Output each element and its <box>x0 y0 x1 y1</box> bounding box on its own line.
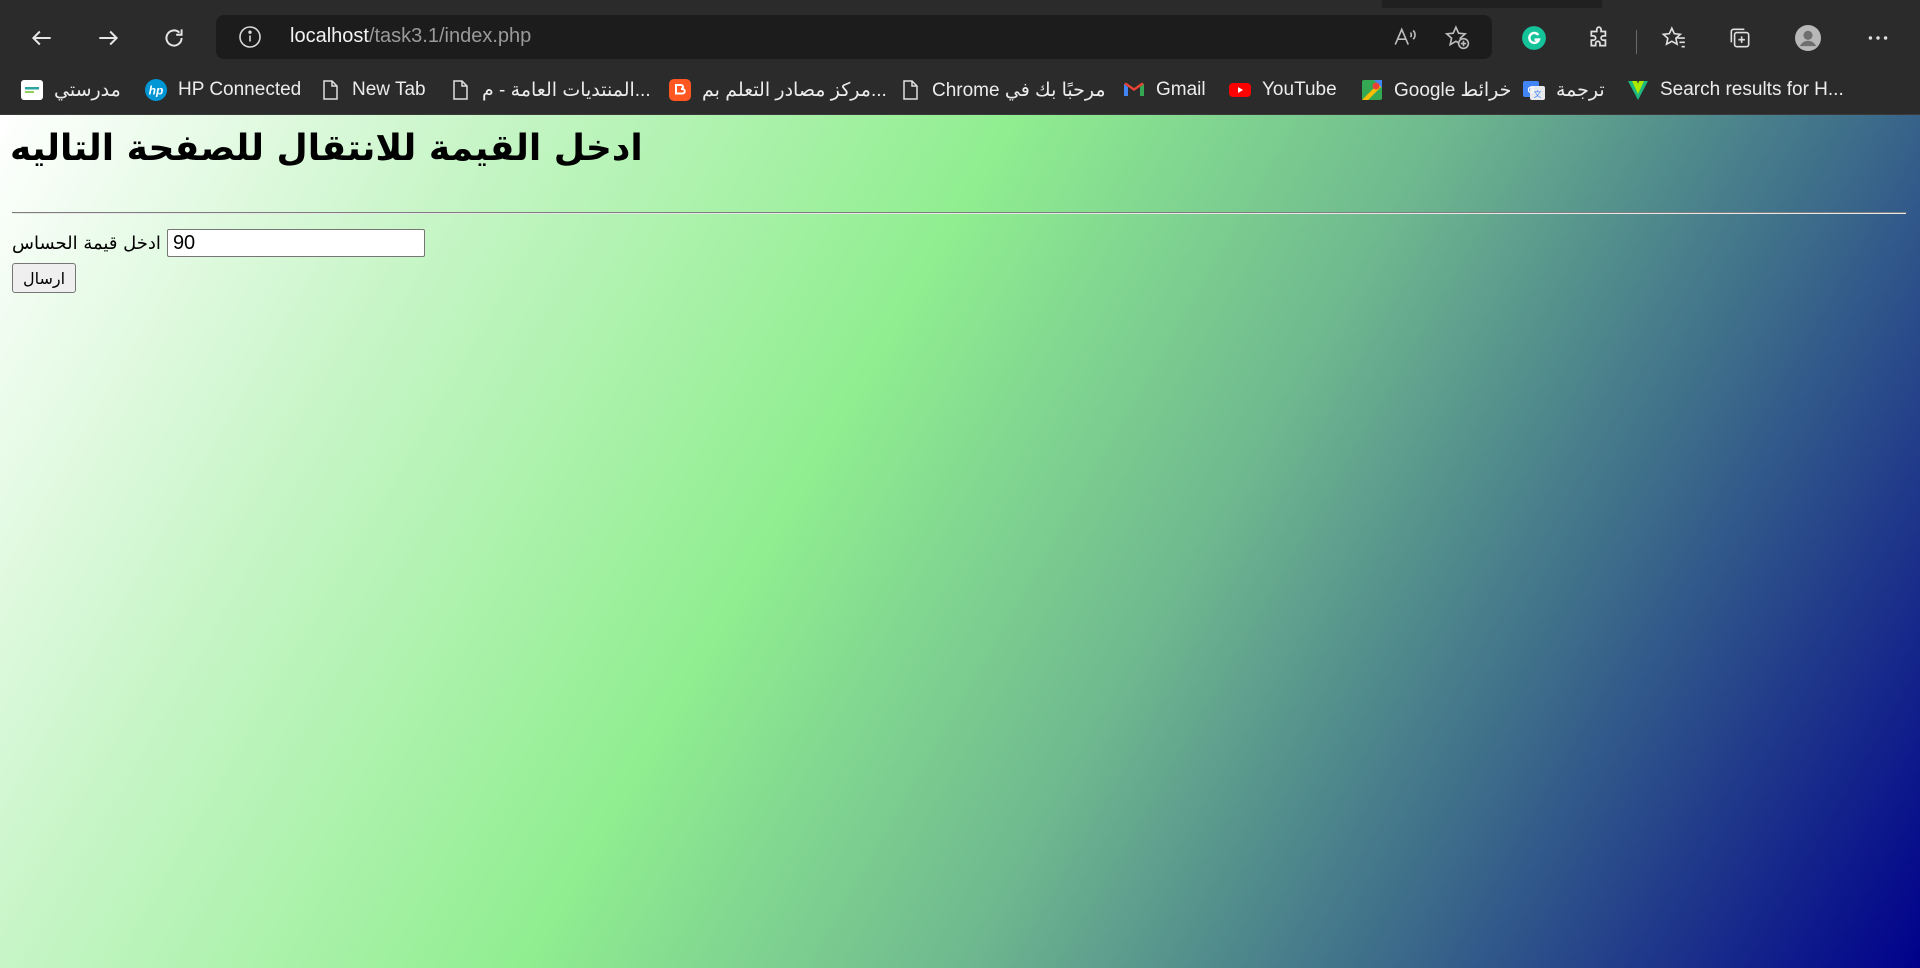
bookmark-label: YouTube <box>1262 79 1337 100</box>
bookmark-label: Chrome مرحبًا بك في <box>932 79 1106 101</box>
page-icon <box>898 78 922 102</box>
active-tab-edge[interactable] <box>0 0 1382 8</box>
toolbar-separator <box>1636 30 1637 54</box>
divider <box>12 212 1906 214</box>
address-bar[interactable]: localhost/task3.1/index.php <box>216 15 1492 59</box>
hp-icon: hp <box>144 78 168 102</box>
browser-toolbar: localhost/task3.1/index.php <box>0 8 1920 68</box>
bookmark-new-tab[interactable]: New Tab <box>318 76 426 104</box>
reload-icon[interactable] <box>154 18 194 58</box>
back-icon[interactable] <box>22 18 62 58</box>
bookmark-label: مركز مصادر التعلم بم... <box>702 79 887 101</box>
tab-edge[interactable] <box>1602 0 1920 8</box>
profile-avatar-icon[interactable] <box>1792 22 1824 54</box>
bookmark-label: مدرستي <box>54 79 121 101</box>
page-title: ادخل القيمة للانتقال للصفحة التاليه <box>10 128 643 169</box>
tab-strip <box>0 0 1920 8</box>
bookmark-madrasati[interactable]: مدرستي <box>20 76 121 104</box>
youtube-icon <box>1228 78 1252 102</box>
gmail-icon <box>1122 78 1146 102</box>
add-favorite-icon[interactable] <box>1444 24 1470 50</box>
read-aloud-icon[interactable] <box>1392 24 1418 50</box>
grammarly-icon[interactable] <box>1518 22 1550 54</box>
bookmark-label: Gmail <box>1156 79 1206 100</box>
collections-icon[interactable] <box>1724 22 1756 54</box>
maps-icon <box>1360 78 1384 102</box>
bookmark-label: Google خرائط <box>1394 79 1512 101</box>
translate-icon: G文 <box>1522 78 1546 102</box>
favorites-icon[interactable] <box>1658 22 1690 54</box>
site-info-icon[interactable] <box>238 25 262 49</box>
url-path: /task3.1/index.php <box>368 25 532 47</box>
bookmark-label: المنتديات العامة - م... <box>482 79 651 101</box>
bookmark-learning-center[interactable]: مركز مصادر التعلم بم... <box>668 76 887 104</box>
bookmark-gmail[interactable]: Gmail <box>1122 76 1206 104</box>
bookmark-label: HP Connected <box>178 79 302 100</box>
svg-text:文: 文 <box>1534 89 1542 99</box>
more-options-icon[interactable] <box>1862 22 1894 54</box>
page-icon <box>448 78 472 102</box>
forward-icon[interactable] <box>88 18 128 58</box>
bookmark-chrome-welcome[interactable]: Chrome مرحبًا بك في <box>898 76 1106 104</box>
page-icon <box>318 78 342 102</box>
page-content: ادخل القيمة للانتقال للصفحة التاليه ادخل… <box>0 115 1920 968</box>
sensor-form-row: ادخل قيمة الحساس <box>12 229 425 257</box>
bookmark-youtube[interactable]: YouTube <box>1228 76 1337 104</box>
blogger-icon <box>668 78 692 102</box>
bookmark-hp-connected[interactable]: hp HP Connected <box>144 76 301 104</box>
bookmark-translate[interactable]: G文 ترجمة <box>1522 76 1605 104</box>
bookmark-search-results[interactable]: Search results for H... <box>1626 76 1844 104</box>
vuetify-icon <box>1626 78 1650 102</box>
url-text[interactable]: localhost/task3.1/index.php <box>290 25 531 48</box>
sensor-value-input[interactable] <box>166 229 425 257</box>
url-host: localhost <box>290 25 369 47</box>
extensions-icon[interactable] <box>1584 22 1616 54</box>
bookmark-google-maps[interactable]: Google خرائط <box>1360 76 1511 104</box>
bookmark-label: Search results for H... <box>1660 79 1844 100</box>
bookmark-label: ترجمة <box>1556 79 1605 101</box>
sensor-field-label: ادخل قيمة الحساس <box>12 232 161 254</box>
submit-button[interactable]: ارسال <box>12 263 77 293</box>
bookmark-label: New Tab <box>352 79 426 100</box>
svg-text:hp: hp <box>149 84 164 98</box>
bookmark-forums[interactable]: المنتديات العامة - م... <box>448 76 651 104</box>
bookmarks-bar: مدرستي hp HP Connected New Tab المنتديات… <box>0 68 1920 115</box>
madrasati-icon <box>20 78 44 102</box>
